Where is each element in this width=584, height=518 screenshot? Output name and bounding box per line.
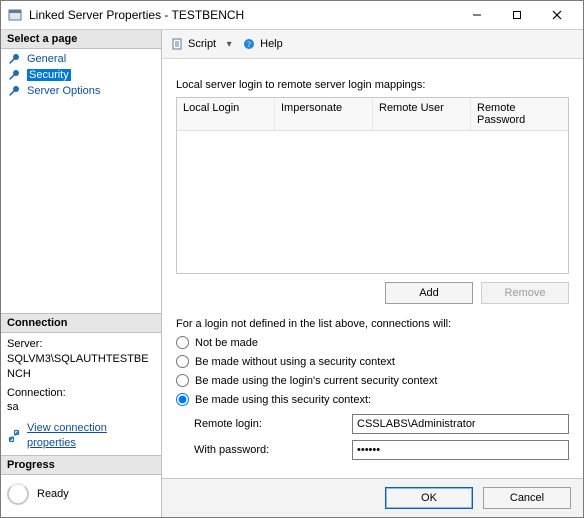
login-mapping-grid[interactable]: Local Login Impersonate Remote User Remo…	[176, 97, 569, 274]
col-impersonate: Impersonate	[275, 98, 373, 130]
radio-input[interactable]	[176, 374, 189, 387]
col-remote-password: Remote Password	[471, 98, 568, 130]
radio-this-security-context[interactable]: Be made using this security context:	[176, 393, 569, 406]
grid-body	[177, 131, 568, 273]
script-icon	[170, 37, 184, 51]
dialog-window: Linked Server Properties - TESTBENCH Sel…	[0, 0, 584, 518]
minimize-button[interactable]	[457, 3, 497, 27]
col-local-login: Local Login	[177, 98, 275, 130]
radio-no-security-context[interactable]: Be made without using a security context	[176, 355, 569, 368]
radio-label: Be made using this security context:	[195, 394, 371, 406]
radio-input[interactable]	[176, 336, 189, 349]
add-button[interactable]: Add	[385, 282, 473, 304]
spinner-icon	[7, 483, 29, 505]
left-pane: Select a page General Security	[1, 30, 162, 517]
remote-login-field[interactable]	[352, 414, 569, 434]
server-label: Server:	[7, 337, 155, 352]
radio-label: Be made using the login's current securi…	[195, 375, 437, 387]
radio-input[interactable]	[176, 393, 189, 406]
radio-label: Be made without using a security context	[195, 356, 395, 368]
script-button[interactable]: Script	[170, 37, 216, 51]
window-controls	[457, 3, 577, 27]
radio-not-be-made[interactable]: Not be made	[176, 336, 569, 349]
mapping-intro: Local server login to remote server logi…	[176, 79, 569, 91]
help-label: Help	[260, 38, 283, 50]
content-area: Local server login to remote server logi…	[162, 59, 583, 478]
connection-label: Connection:	[7, 386, 155, 401]
cancel-button[interactable]: Cancel	[483, 487, 571, 509]
page-nav: General Security Server Options	[1, 49, 161, 101]
radio-input[interactable]	[176, 355, 189, 368]
col-remote-user: Remote User	[373, 98, 471, 130]
dropdown-icon[interactable]: ▾	[224, 39, 234, 50]
wrench-icon	[7, 84, 21, 98]
radio-current-security-context[interactable]: Be made using the login's current securi…	[176, 374, 569, 387]
nav-item-general[interactable]: General	[1, 51, 161, 67]
connection-info: Server: SQLVM3\SQLAUTHTESTBENCH Connecti…	[1, 333, 161, 455]
wrench-icon	[7, 68, 21, 82]
server-value: SQLVM3\SQLAUTHTESTBENCH	[7, 352, 155, 382]
help-icon: ?	[242, 37, 256, 51]
right-pane: Script ▾ ? Help Local server login to re…	[162, 30, 583, 517]
select-page-header: Select a page	[1, 30, 161, 49]
remove-button[interactable]: Remove	[481, 282, 569, 304]
radio-label: Not be made	[195, 337, 258, 349]
progress-header: Progress	[1, 455, 161, 475]
window-title: Linked Server Properties - TESTBENCH	[29, 8, 457, 22]
app-icon	[7, 7, 23, 23]
wrench-icon	[7, 52, 21, 66]
script-label: Script	[188, 38, 216, 50]
grid-header: Local Login Impersonate Remote User Remo…	[177, 98, 568, 131]
svg-text:?: ?	[247, 40, 251, 49]
connection-icon	[7, 429, 21, 443]
radio-intro: For a login not defined in the list abov…	[176, 318, 569, 330]
nav-label: Security	[27, 69, 71, 81]
dialog-footer: OK Cancel	[162, 478, 583, 517]
maximize-button[interactable]	[497, 3, 537, 27]
security-context-form: Remote login: With password:	[194, 414, 569, 460]
nav-item-security[interactable]: Security	[1, 67, 161, 83]
with-password-field[interactable]	[352, 440, 569, 460]
toolbar: Script ▾ ? Help	[162, 30, 583, 59]
progress-block: Ready	[1, 475, 161, 517]
view-connection-properties-link[interactable]: View connection properties	[27, 421, 155, 451]
nav-label: Server Options	[27, 85, 100, 97]
help-button[interactable]: ? Help	[242, 37, 283, 51]
connection-header: Connection	[1, 313, 161, 333]
with-password-label: With password:	[194, 444, 344, 456]
nav-label: General	[27, 53, 66, 65]
radio-group: Not be made Be made without using a secu…	[176, 336, 569, 406]
close-button[interactable]	[537, 3, 577, 27]
titlebar: Linked Server Properties - TESTBENCH	[1, 1, 583, 30]
remote-login-label: Remote login:	[194, 418, 344, 430]
nav-item-server-options[interactable]: Server Options	[1, 83, 161, 99]
connection-value: sa	[7, 400, 155, 415]
ok-button[interactable]: OK	[385, 487, 473, 509]
progress-status: Ready	[37, 488, 69, 500]
